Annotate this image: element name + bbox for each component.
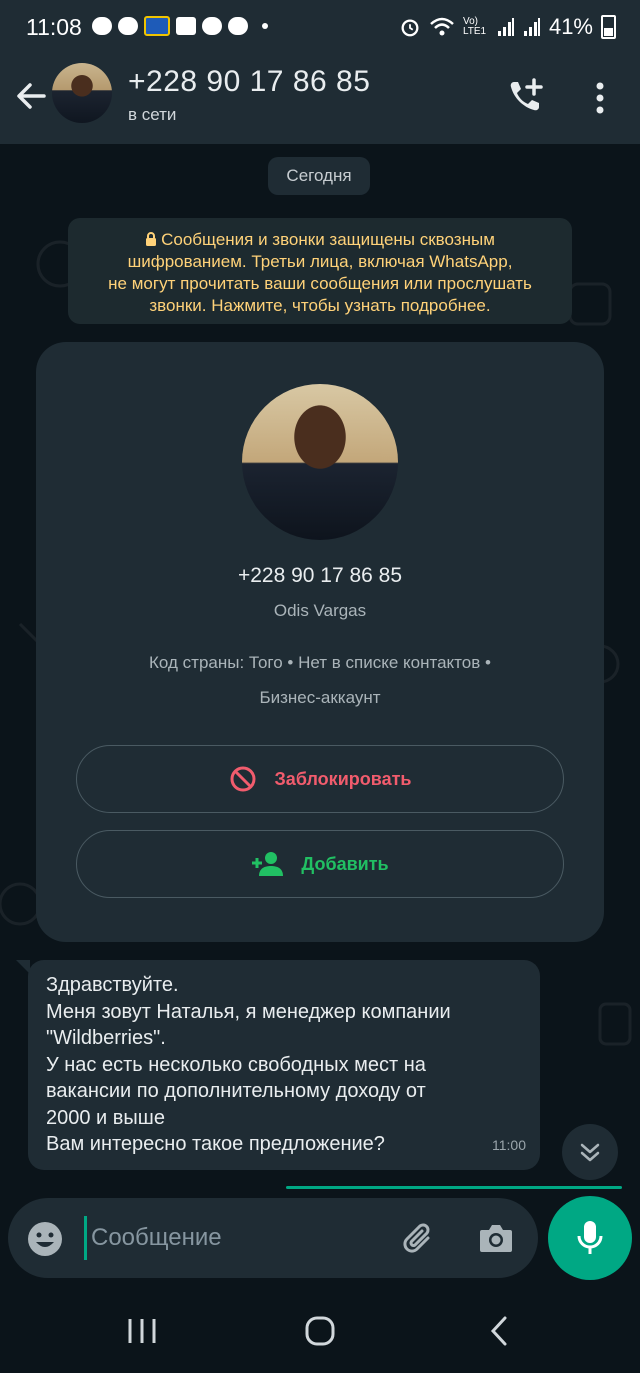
message-input[interactable] [84, 1216, 381, 1260]
system-icons: Vo) LTE1 41% [399, 14, 616, 40]
encryption-notice-line: звонки. Нажмите, чтобы узнать подробнее. [149, 296, 491, 315]
contact-phone: +228 90 17 86 85 [237, 564, 403, 587]
scroll-to-bottom-button[interactable] [562, 1124, 618, 1180]
mic-icon [577, 1221, 603, 1254]
encryption-notice-line: не могут прочитать ваши сообщения или пр… [108, 274, 532, 293]
message-line: Вам интересно такое предложение? [46, 1133, 385, 1155]
bird-icon [228, 17, 248, 35]
paperclip-icon[interactable] [398, 1216, 442, 1260]
chat-bubble-icon [92, 17, 112, 35]
message-line: 2000 и выше [46, 1106, 165, 1129]
battery-icon [601, 15, 616, 39]
signal-icon [523, 18, 540, 36]
contact-details-line: Код страны: Того • Нет в списке контакто… [149, 653, 491, 672]
status-time: 11:08 [26, 14, 82, 40]
message-text: Здравствуйте. Меня зовут Наталья, я мене… [46, 972, 522, 1158]
signal-icon [497, 18, 514, 36]
back-arrow-icon[interactable] [12, 74, 52, 118]
contact-title[interactable]: +228 90 17 86 85 [128, 65, 370, 99]
add-person-icon [252, 852, 284, 876]
recent-apps-icon[interactable] [124, 1313, 160, 1349]
lock-icon [146, 232, 157, 246]
incoming-message[interactable]: Здравствуйте. Меня зовут Наталья, я мене… [16, 960, 540, 1170]
message-line: "Wildberries". [46, 1027, 166, 1049]
contact-details: Код страны: Того • Нет в списке контакто… [76, 645, 564, 715]
block-button-label: Заблокировать [274, 768, 412, 789]
message-time: 11:00 [492, 1136, 526, 1153]
system-nav-bar [0, 1289, 640, 1373]
add-call-icon[interactable] [506, 76, 546, 116]
encryption-notice-line: Сообщения и звонки защищены сквозным [78, 229, 562, 251]
load-progress-bar [286, 1186, 622, 1189]
avatar[interactable] [52, 63, 112, 123]
add-contact-button[interactable]: Добавить [76, 830, 564, 898]
voice-message-button[interactable] [548, 1196, 632, 1280]
contact-info-card: +228 90 17 86 85 Odis Vargas Код страны:… [36, 342, 604, 942]
block-button[interactable]: Заблокировать [76, 745, 564, 813]
shopping-bag-icon [176, 17, 196, 35]
date-label: Сегодня [268, 157, 370, 195]
double-chevron-down-icon [580, 1143, 600, 1162]
notification-icons [92, 16, 268, 36]
battery-percent: 41% [548, 14, 593, 39]
wifi-icon [430, 17, 454, 36]
home-icon[interactable] [302, 1313, 338, 1349]
contact-status: в сети [128, 105, 177, 124]
cloud-icon [202, 17, 222, 35]
contact-avatar[interactable] [242, 384, 398, 540]
compose-bar [8, 1198, 538, 1278]
chat-header: +228 90 17 86 85 в сети [0, 52, 640, 144]
block-icon [230, 766, 256, 792]
contact-name: Odis Vargas [273, 601, 367, 620]
contact-details-line: Бизнес-аккаунт [259, 688, 381, 707]
metro-icon [144, 16, 170, 36]
add-contact-label: Добавить [301, 853, 389, 874]
encryption-notice-line: шифрованием. Третьи лица, включая WhatsA… [127, 252, 513, 271]
message-line: вакансии по дополнительному доходу от [46, 1080, 426, 1102]
status-bar: 11:08 Vo) LTE1 41% [0, 0, 640, 52]
network-label: Vo) LTE1 [462, 16, 487, 37]
alarm-icon [401, 19, 419, 37]
encryption-notice[interactable]: Сообщения и звонки защищены сквозным шиф… [68, 218, 572, 324]
message-line: Меня зовут Наталья, я менеджер компании [46, 1000, 451, 1023]
camera-icon[interactable] [474, 1216, 518, 1260]
hh-icon [118, 17, 138, 35]
chat-area[interactable]: Сегодня Сообщения и звонки защищены скво… [0, 144, 640, 1289]
more-vert-icon[interactable] [584, 76, 616, 120]
nav-back-icon[interactable] [484, 1313, 514, 1349]
emoji-icon[interactable] [26, 1220, 64, 1258]
message-line: Здравствуйте. [46, 974, 179, 996]
dot-icon [262, 23, 268, 29]
message-line: У нас есть несколько свободных мест на [46, 1053, 426, 1076]
